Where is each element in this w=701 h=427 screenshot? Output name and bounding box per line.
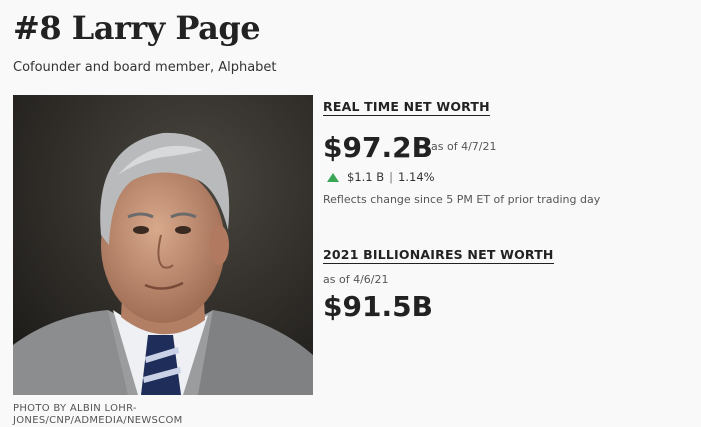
- realtime-as-of: as of 4/7/21: [431, 140, 497, 153]
- annual-net-worth-value: $91.5B: [323, 290, 433, 323]
- photo-credit: PHOTO BY ALBIN LOHR-JONES/CNP/ADMEDIA/NE…: [13, 403, 183, 426]
- net-worth-change: $1.1 B | 1.14%: [327, 170, 435, 184]
- realtime-net-worth-value: $97.2B: [323, 131, 433, 164]
- page-title: #8 Larry Page: [13, 9, 261, 47]
- realtime-net-worth-label: REAL TIME NET WORTH: [323, 99, 490, 116]
- profile-subtitle: Cofounder and board member, Alphabet: [13, 60, 277, 75]
- annual-net-worth-label: 2021 BILLIONAIRES NET WORTH: [323, 247, 554, 264]
- profile-photo: [13, 95, 313, 395]
- change-percent: 1.14%: [398, 170, 435, 184]
- change-amount: $1.1 B: [347, 170, 385, 184]
- change-separator: |: [389, 170, 394, 184]
- change-note: Reflects change since 5 PM ET of prior t…: [323, 193, 601, 206]
- annual-as-of: as of 4/6/21: [323, 273, 389, 286]
- up-arrow-icon: [327, 172, 339, 182]
